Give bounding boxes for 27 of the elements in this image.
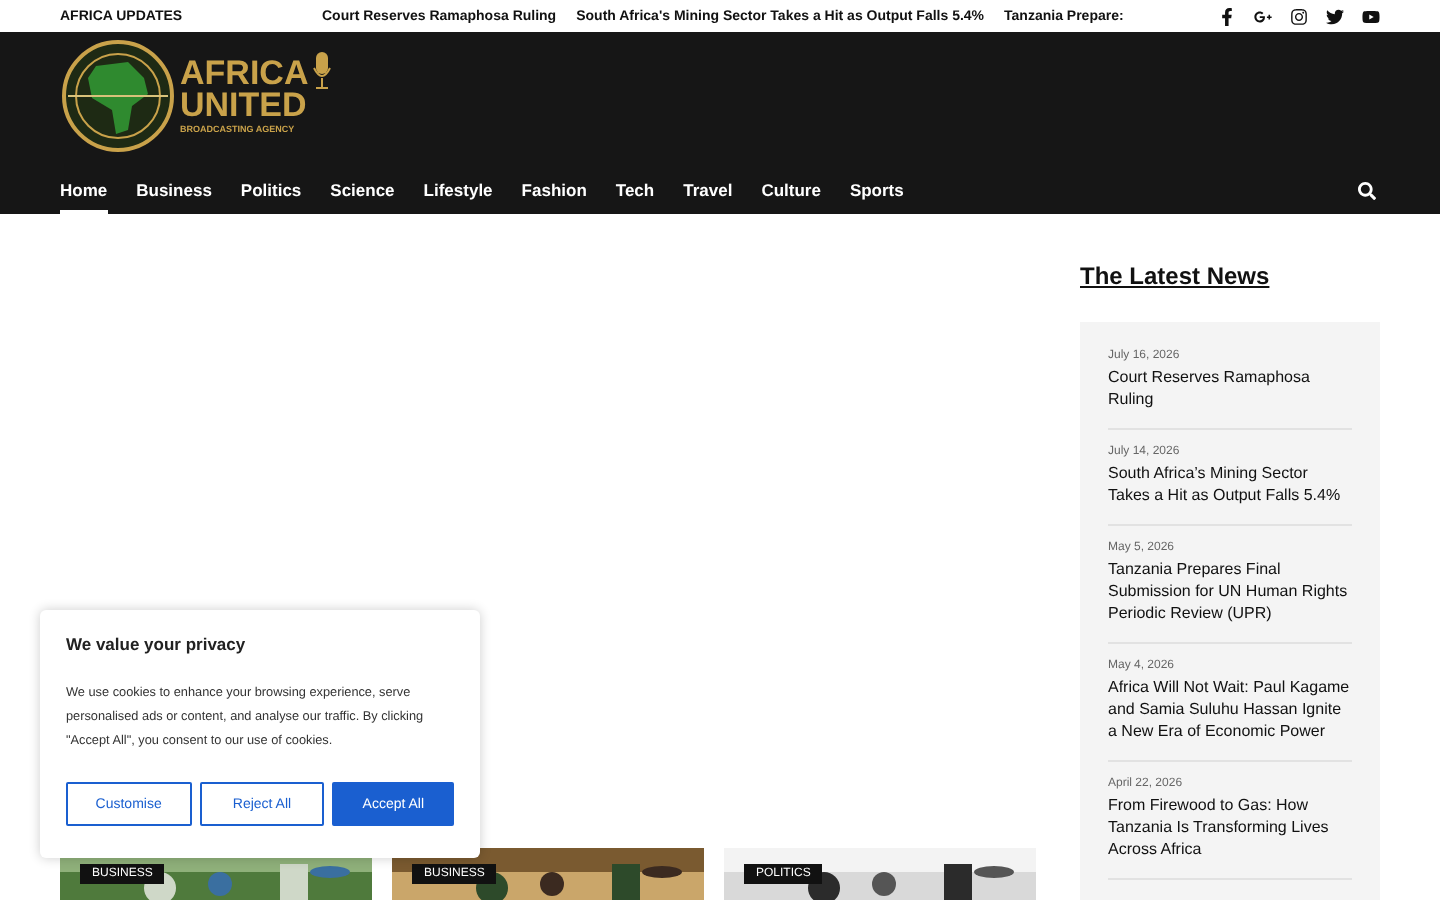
google-plus-icon[interactable]	[1254, 7, 1272, 25]
search-icon[interactable]	[1358, 182, 1376, 200]
news-headline[interactable]: Africa Will Not Wait: Paul Kagame and Samia Suluhu Hassan Ignite a New Era of Economic Power	[1108, 676, 1352, 742]
facebook-icon[interactable]	[1218, 7, 1236, 25]
news-headline[interactable]: South Africa’s Mining Sector Takes a Hit as Output Falls 5.4%	[1108, 462, 1352, 506]
news-headline[interactable]: From Firewood to Gas: How Tanzania Is Transforming Lives Across Africa	[1108, 794, 1352, 860]
twitter-icon[interactable]	[1326, 7, 1344, 25]
nav-link[interactable]: Lifestyle	[423, 168, 493, 214]
section-title: The Latest News	[1080, 262, 1272, 290]
nav-link[interactable]: Travel	[683, 168, 733, 214]
logo-text: AFRICA	[180, 58, 309, 90]
nav-link[interactable]: Science	[330, 168, 395, 214]
logo-text: UNITED	[180, 90, 309, 122]
africa-map-logo-icon	[60, 38, 176, 154]
nav-link[interactable]: Sports	[849, 168, 904, 214]
nav-link[interactable]: Home	[60, 168, 108, 214]
youtube-icon[interactable]	[1362, 7, 1380, 25]
nav-link[interactable]: Politics	[240, 168, 302, 214]
cookie-title: We value your privacy	[66, 634, 248, 654]
news-headline[interactable]: Tanzania Prepares Final Submission for UN Human Rights Periodic Review (UPR)	[1108, 558, 1352, 624]
nav-link[interactable]: Tech	[615, 168, 655, 214]
nav-link[interactable]: Fashion	[521, 168, 587, 214]
instagram-icon[interactable]	[1290, 7, 1308, 25]
nav-link[interactable]: Culture	[761, 168, 821, 214]
news-headline[interactable]: Court Reserves Ramaphosa Ruling	[1108, 366, 1352, 410]
nav-link[interactable]: Business	[136, 168, 212, 214]
microphone-icon	[312, 52, 333, 92]
